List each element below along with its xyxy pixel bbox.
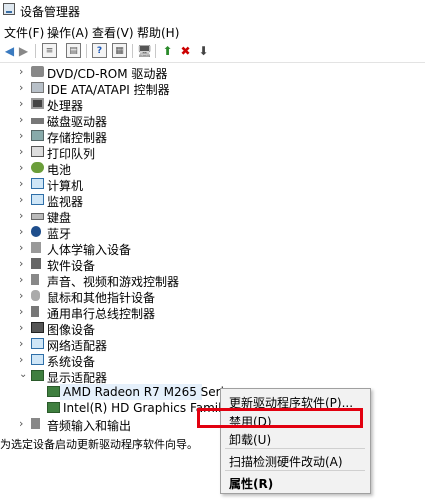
context-menu: 更新驱动程序软件(P)... 禁用(D) 卸载(U) 扫描检测硬件改动(A) 属… <box>220 388 371 494</box>
tree-item-sound[interactable]: › 声音、视频和游戏控制器 <box>0 272 425 289</box>
processor-icon <box>31 98 44 109</box>
menu-item-uninstall[interactable]: 卸载(U) <box>229 431 271 448</box>
tree-item-battery[interactable]: › 电池 <box>0 160 425 177</box>
tree-item-network[interactable]: › 网络适配器 <box>0 336 425 353</box>
audio-icon <box>31 418 40 429</box>
device-tree: › DVD/CD-ROM 驱动器 › IDE ATA/ATAPI 控制器 › 处理器 … <box>0 64 425 434</box>
tree-item-storage[interactable]: › 存储控制器 <box>0 128 425 145</box>
ide-controller-icon <box>31 82 44 93</box>
computer-icon <box>31 178 44 189</box>
monitor-icon <box>31 194 44 205</box>
dvd-icon <box>31 66 44 77</box>
sound-icon <box>31 274 39 285</box>
system-device-icon <box>31 354 44 365</box>
keyboard-icon <box>31 213 44 220</box>
forward-icon[interactable]: ▶ <box>16 43 31 58</box>
battery-icon <box>31 162 44 173</box>
tree-item-printer[interactable]: › 打印队列 <box>0 144 425 161</box>
tree-item-keyboard[interactable]: › 键盘 <box>0 208 425 225</box>
menu-action[interactable]: 操作(A) <box>47 24 89 41</box>
status-text: 为选定设备启动更新驱动程序软件向导。 <box>0 438 198 451</box>
display-adapter-icon <box>47 402 60 413</box>
update-driver-icon[interactable]: ⬆ <box>160 43 175 58</box>
tree-item-display[interactable]: ⌄ 显示适配器 <box>0 368 425 385</box>
uninstall-icon[interactable]: ✖ <box>178 43 193 58</box>
scan-icon[interactable]: 🖥 <box>137 43 152 58</box>
imaging-icon <box>31 322 44 333</box>
software-device-icon <box>31 258 41 269</box>
back-icon[interactable]: ◀ <box>2 43 17 58</box>
view-icon[interactable]: ▤ <box>66 43 81 58</box>
tree-item-software[interactable]: › 软件设备 <box>0 256 425 273</box>
tree-item-disk[interactable]: › 磁盘驱动器 <box>0 112 425 129</box>
window-title: 设备管理器 <box>20 5 81 19</box>
hid-icon <box>31 242 41 253</box>
menu-file[interactable]: 文件(F) <box>4 24 44 41</box>
usb-icon <box>31 306 39 317</box>
disk-drive-icon <box>31 118 44 124</box>
tree-item-mouse[interactable]: › 鼠标和其他指针设备 <box>0 288 425 305</box>
printer-icon <box>31 146 44 157</box>
tree-item-imaging[interactable]: › 图像设备 <box>0 320 425 337</box>
menu-item-scan-hardware[interactable]: 扫描检测硬件改动(A) <box>229 453 343 470</box>
menu-item-properties[interactable]: 属性(R) <box>229 475 273 492</box>
tree-item-processor[interactable]: › 处理器 <box>0 96 425 113</box>
storage-controller-icon <box>31 130 44 141</box>
display-adapter-icon <box>47 386 60 397</box>
tree-item-hid[interactable]: › 人体学输入设备 <box>0 240 425 257</box>
device-manager-icon <box>3 3 15 15</box>
menu-bar: 文件(F) 操作(A) 查看(V) 帮助(H) <box>0 22 425 40</box>
bluetooth-icon <box>31 226 41 237</box>
tree-item-system[interactable]: › 系统设备 <box>0 352 425 369</box>
tree-item-bluetooth[interactable]: › 蓝牙 <box>0 224 425 241</box>
tree-item-usb[interactable]: › 通用串行总线控制器 <box>0 304 425 321</box>
help-icon[interactable]: ? <box>92 43 107 58</box>
mouse-icon <box>31 290 40 301</box>
display-adapter-icon <box>31 370 44 381</box>
properties-icon[interactable]: ≡ <box>42 43 57 58</box>
tree-item-ide[interactable]: › IDE ATA/ATAPI 控制器 <box>0 80 425 97</box>
menu-help[interactable]: 帮助(H) <box>137 24 179 41</box>
network-icon <box>31 338 44 349</box>
tree-item-dvd[interactable]: › DVD/CD-ROM 驱动器 <box>0 64 425 81</box>
toolbar: ◀ ▶ ≡ ▤ ? ▦ 🖥 ⬆ ✖ ⬇ <box>0 40 425 63</box>
disable-icon[interactable]: ⬇ <box>196 43 211 58</box>
highlight-box <box>197 408 363 428</box>
tree-item-computer[interactable]: › 计算机 <box>0 176 425 193</box>
menu-view[interactable]: 查看(V) <box>92 24 134 41</box>
device-view-icon[interactable]: ▦ <box>112 43 127 58</box>
title-bar: 设备管理器 <box>0 0 425 20</box>
tree-item-monitor[interactable]: › 监视器 <box>0 192 425 209</box>
